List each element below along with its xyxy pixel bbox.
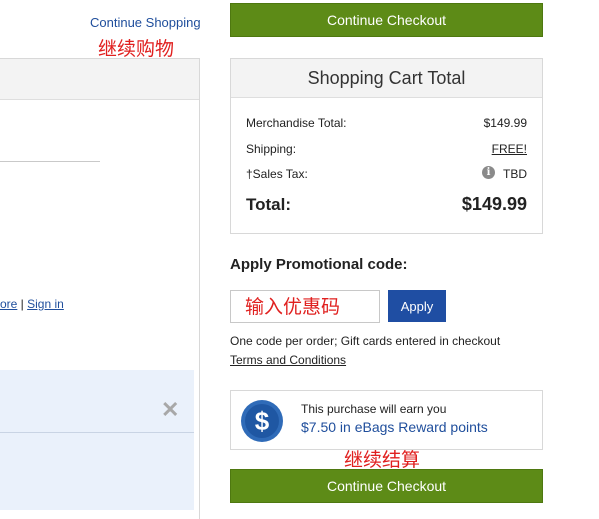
- merchandise-total-value: $149.99: [483, 116, 527, 130]
- shipping-label: Shipping:: [246, 142, 297, 156]
- sales-tax-label: †Sales Tax:: [246, 167, 308, 181]
- notice-divider: [0, 432, 194, 433]
- apply-promo-button[interactable]: Apply: [388, 290, 446, 322]
- partial-link[interactable]: ore: [0, 297, 17, 311]
- info-icon[interactable]: i: [482, 166, 495, 179]
- close-icon[interactable]: ✕: [161, 397, 179, 423]
- total-value: $149.99: [461, 194, 527, 214]
- reward-earn-text: This purchase will earn you: [301, 402, 447, 416]
- promo-code-note: One code per order; Gift cards entered i…: [230, 334, 501, 348]
- continue-checkout-button-top[interactable]: Continue Checkout: [230, 3, 543, 37]
- total-label: Total:: [246, 195, 292, 214]
- dollar-glyph: $: [245, 404, 279, 438]
- dollar-coin-icon: $: [241, 400, 283, 442]
- continue-shopping-link[interactable]: Continue Shopping: [90, 15, 201, 30]
- reward-points-amount: $7.50 in eBags Reward points: [301, 419, 488, 435]
- shipping-value-link[interactable]: FREE!: [492, 142, 527, 156]
- continue-checkout-button-bottom[interactable]: Continue Checkout: [230, 469, 543, 503]
- cart-items-header: [0, 59, 199, 100]
- notice-panel: [0, 370, 194, 510]
- terms-and-conditions-link[interactable]: Terms and Conditions: [230, 353, 346, 367]
- account-links: ore | Sign in: [0, 297, 64, 311]
- cart-items-divider: [0, 161, 100, 162]
- merchandise-total-label: Merchandise Total:: [246, 116, 347, 130]
- promo-code-title: Apply Promotional code:: [230, 256, 408, 273]
- promo-code-input[interactable]: [230, 290, 380, 323]
- sales-tax-value: TBD: [503, 167, 527, 181]
- sign-in-link[interactable]: Sign in: [27, 297, 64, 311]
- continue-shopping-annotation: 继续购物: [98, 38, 175, 60]
- links-separator: |: [17, 297, 28, 311]
- continue-checkout-annotation: 继续结算: [344, 449, 421, 471]
- shopping-cart-total-title: Shopping Cart Total: [231, 59, 542, 98]
